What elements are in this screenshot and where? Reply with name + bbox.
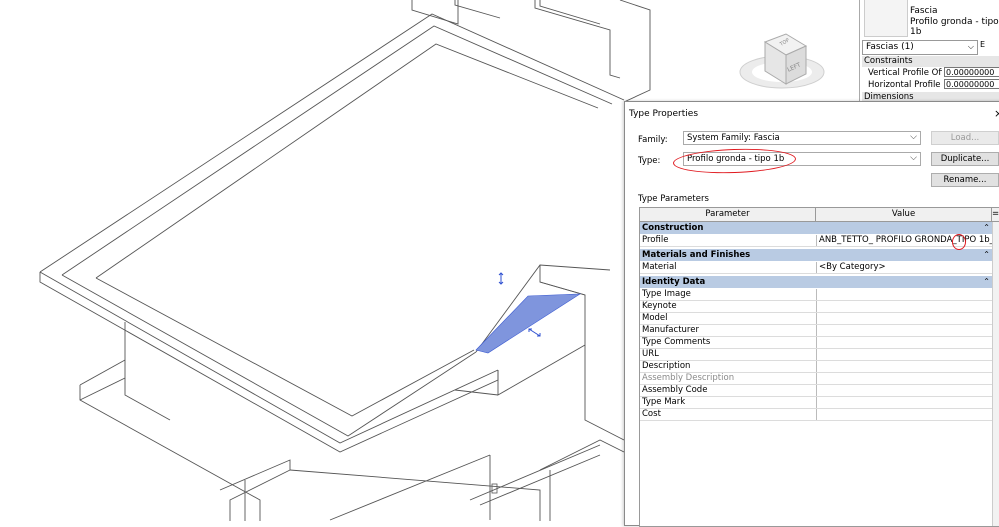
property-label: Horizontal Profile O... <box>868 80 942 90</box>
type-properties-dialog: Type Properties × Family: System Family:… <box>624 101 999 527</box>
section-constraints[interactable]: Constraints <box>862 56 999 67</box>
view-cube[interactable]: TOP LEFT <box>739 33 825 89</box>
rename-button[interactable]: Rename... <box>931 173 999 187</box>
parameter-row[interactable]: Type Image <box>640 289 992 301</box>
load-button[interactable]: Load... <box>931 131 999 145</box>
group-header[interactable]: Materials and Finishes ⌃ <box>640 249 992 261</box>
parameter-row[interactable]: Keynote <box>640 301 992 313</box>
family-dropdown-value: System Family: Fascia <box>687 133 780 143</box>
group-header-label: Materials and Finishes <box>642 250 751 260</box>
edit-type-label: E <box>980 40 986 49</box>
parameter-row[interactable]: Manufacturer <box>640 325 992 337</box>
parameter-row[interactable]: URL <box>640 349 992 361</box>
collapse-icon[interactable]: ⌃ <box>983 276 990 288</box>
collapse-icon[interactable]: ⌃ <box>983 249 990 261</box>
selected-fascia[interactable] <box>475 293 582 354</box>
dialog-title: Type Properties <box>629 109 699 119</box>
group-header-label: Identity Data <box>642 277 706 287</box>
properties-palette: Fascia Profilo gronda - tipo 1b Fascias … <box>859 0 999 104</box>
parameter-value[interactable] <box>816 313 992 324</box>
parameter-value[interactable] <box>816 289 992 300</box>
parameter-name: Model <box>642 313 668 323</box>
palette-family-name: Fascia <box>910 6 938 16</box>
parameter-name: Description <box>642 361 691 371</box>
edit-type-button[interactable]: E <box>980 40 999 53</box>
parameter-name: Type Image <box>642 289 691 299</box>
parameter-name: URL <box>642 349 659 359</box>
family-dropdown[interactable]: System Family: Fascia ⌵ <box>683 131 921 145</box>
roof-model[interactable] <box>39 0 651 521</box>
group-header[interactable]: Identity Data ⌃ <box>640 276 992 288</box>
parameter-row[interactable]: Cost <box>640 409 992 421</box>
property-value-field[interactable]: 0.00000000 <box>944 79 999 89</box>
parameter-value[interactable] <box>816 361 992 372</box>
instance-selector-label: Fascias (1) <box>866 42 914 52</box>
parameter-name: Material <box>642 262 677 272</box>
parameter-row[interactable]: Description <box>640 361 992 373</box>
parameter-name: Keynote <box>642 301 677 311</box>
property-row: Vertical Profile Offset 0.00000000 <box>862 67 999 79</box>
parameter-value[interactable] <box>816 349 992 360</box>
type-parameters-grid[interactable]: Parameter Value = Construction ⌃ Profile AN… <box>639 207 999 527</box>
chevron-down-icon: ⌵ <box>910 153 917 163</box>
property-value-field[interactable]: 0.00000000 <box>944 67 999 77</box>
family-label: Family: <box>638 135 668 145</box>
parameter-value[interactable] <box>816 373 992 384</box>
type-parameters-label: Type Parameters <box>638 194 709 204</box>
type-thumbnail <box>864 0 908 37</box>
chevron-down-icon: ⌵ <box>967 42 974 51</box>
parameter-value[interactable]: <By Category> <box>816 262 992 273</box>
parameter-row[interactable]: Type Comments <box>640 337 992 349</box>
parameter-row[interactable]: Assembly Description <box>640 373 992 385</box>
property-label: Vertical Profile Offset <box>868 68 942 78</box>
grid-scrollbar[interactable] <box>992 222 999 526</box>
instance-selector[interactable]: Fascias (1) ⌵ <box>862 40 978 55</box>
parameter-name: Cost <box>642 409 661 419</box>
parameter-value[interactable] <box>816 301 992 312</box>
parameter-value[interactable] <box>816 397 992 408</box>
parameter-name: Type Comments <box>642 337 711 347</box>
collapse-icon[interactable]: ⌃ <box>983 222 990 234</box>
column-header-extra[interactable]: = <box>992 208 999 222</box>
parameter-value[interactable] <box>816 337 992 348</box>
close-icon[interactable]: × <box>994 107 999 120</box>
parameter-name: Type Mark <box>642 397 686 407</box>
type-label: Type: <box>638 156 661 166</box>
parameter-name: Profile <box>642 235 669 245</box>
parameter-row[interactable]: Type Mark <box>640 397 992 409</box>
parameter-row[interactable]: Material <By Category> <box>640 262 992 274</box>
annotation-profile-circle <box>952 234 966 250</box>
parameter-name: Assembly Description <box>642 373 735 383</box>
palette-type-name: Profilo gronda - tipo 1b <box>910 17 999 37</box>
parameter-name: Manufacturer <box>642 325 699 335</box>
parameter-row[interactable]: Profile ANB_TETTO_ PROFILO GRONDA_TIPO 1b… <box>640 235 992 247</box>
parameter-value[interactable] <box>816 325 992 336</box>
parameter-row[interactable]: Assembly Code <box>640 385 992 397</box>
group-header[interactable]: Construction ⌃ <box>640 222 992 234</box>
parameter-row[interactable]: Model <box>640 313 992 325</box>
chevron-down-icon: ⌵ <box>910 132 917 142</box>
column-header-value[interactable]: Value <box>816 208 992 222</box>
parameter-value[interactable] <box>816 385 992 396</box>
parameter-name: Assembly Code <box>642 385 708 395</box>
parameter-value[interactable] <box>816 409 992 420</box>
property-row: Horizontal Profile O... 0.00000000 <box>862 79 999 91</box>
group-header-label: Construction <box>642 223 704 233</box>
duplicate-button[interactable]: Duplicate... <box>931 152 999 166</box>
column-header-parameter[interactable]: Parameter <box>640 208 816 222</box>
